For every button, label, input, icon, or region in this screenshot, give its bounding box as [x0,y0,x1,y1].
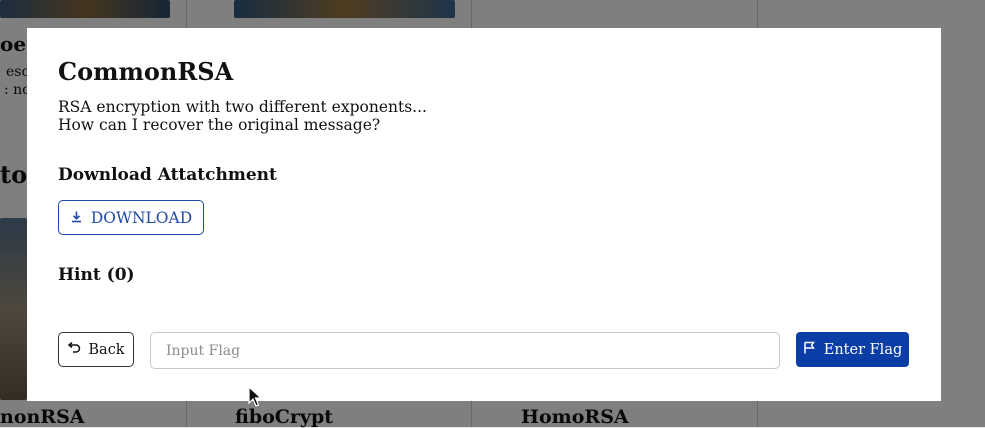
description-line: How can I recover the original message? [58,116,381,134]
flag-icon [803,341,816,358]
challenge-modal: CommonRSA RSA encryption with two differ… [27,28,941,401]
enter-flag-label: Enter Flag [823,341,903,358]
download-button[interactable]: DOWNLOAD [58,200,204,235]
back-button[interactable]: Back [58,332,134,367]
hint-heading: Hint (0) [58,265,135,285]
download-button-label: DOWNLOAD [90,208,193,227]
modal-title: CommonRSA [58,57,234,86]
enter-flag-button[interactable]: Enter Flag [796,332,909,367]
challenge-description: RSA encryption with two different expone… [58,98,427,134]
undo-arrow-icon [67,341,81,358]
download-icon [70,209,83,227]
mouse-cursor-icon [248,385,263,411]
description-line: RSA encryption with two different expone… [58,98,427,116]
flag-input[interactable] [150,332,780,369]
attachment-heading: Download Attatchment [58,165,277,185]
back-button-label: Back [88,341,125,358]
